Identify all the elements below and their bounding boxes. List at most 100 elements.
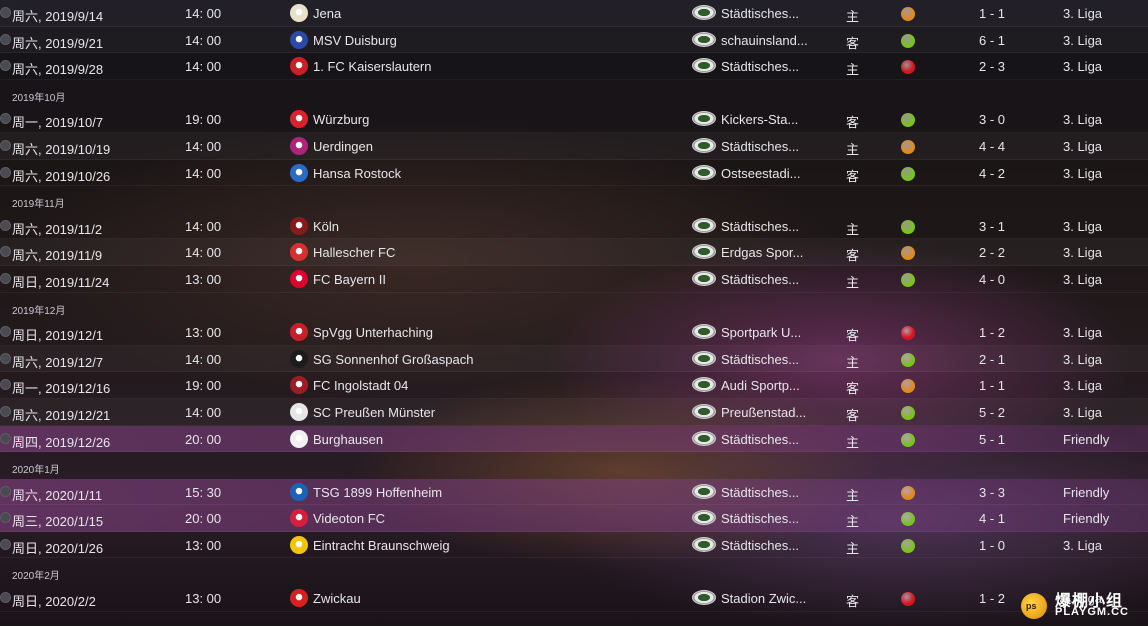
fixture-row[interactable]: 周六, 2020/1/11 15: 30 TSG 1899 Hoffenheim St…: [0, 478, 1148, 506]
fixture-row[interactable]: 周一, 2019/12/16 19: 00 FC Ingolstadt 04 Audi…: [0, 372, 1148, 399]
team-crest-icon: [290, 323, 308, 342]
match-date: 周日, 2020/1/26: [12, 540, 104, 556]
opponent-team[interactable]: SpVgg Unterhaching: [313, 325, 433, 340]
competition-name[interactable]: 3. Liga: [1063, 59, 1102, 74]
competition-name[interactable]: 3. Liga: [1063, 245, 1102, 260]
stadium-name: Stadion Zwic...: [721, 591, 807, 607]
match-score[interactable]: 2 - 3: [979, 59, 1005, 74]
row-check-icon[interactable]: [0, 139, 11, 151]
competition-name[interactable]: Friendly: [1063, 485, 1109, 500]
match-time: 13: 00: [185, 325, 222, 341]
venue-home-away: 客: [846, 115, 860, 131]
row-check-icon[interactable]: [0, 113, 11, 125]
row-check-icon[interactable]: [0, 272, 11, 284]
fixture-row[interactable]: 周四, 2019/12/26 20: 00 Burghausen Städtische…: [0, 425, 1148, 453]
opponent-team[interactable]: SC Preußen Münster: [313, 405, 435, 420]
match-score[interactable]: 6 - 1: [979, 33, 1005, 48]
opponent-team[interactable]: TSG 1899 Hoffenheim: [313, 485, 442, 500]
competition-name[interactable]: 3. Liga: [1063, 405, 1102, 420]
match-score[interactable]: 3 - 3: [979, 485, 1005, 500]
fixture-row[interactable]: 周六, 2019/12/7 14: 00 SG Sonnenhof Großaspa…: [0, 346, 1148, 373]
row-check-icon[interactable]: [0, 592, 11, 604]
match-score[interactable]: 3 - 0: [979, 112, 1005, 127]
team-crest-icon: [290, 482, 308, 501]
row-check-icon[interactable]: [0, 60, 11, 72]
competition-name[interactable]: 3. Liga: [1063, 139, 1102, 154]
opponent-team[interactable]: FC Bayern II: [313, 272, 386, 287]
fixture-row[interactable]: 周六, 2019/11/2 14: 00 Köln Städtisches... 主 3 …: [0, 213, 1148, 240]
fixture-row[interactable]: 周六, 2019/9/14 14: 00 Jena Städtisches... 主 1 …: [0, 0, 1148, 27]
opponent-team[interactable]: 1. FC Kaiserslautern: [313, 59, 432, 74]
fixture-row[interactable]: 周日, 2020/2/2 13: 00 Zwickau Stadion Zwic...…: [0, 585, 1148, 612]
opponent-team[interactable]: Videoton FC: [313, 511, 385, 526]
competition-name[interactable]: 3. Liga: [1063, 538, 1102, 553]
team-crest-icon: [290, 110, 308, 129]
opponent-team[interactable]: Hallescher FC: [313, 245, 395, 260]
month-label: 2019年11月: [12, 199, 65, 211]
competition-name[interactable]: 3. Liga: [1063, 6, 1102, 21]
fixture-row[interactable]: 周六, 2019/9/21 14: 00 MSV Duisburg schauinsl…: [0, 27, 1148, 54]
opponent-team[interactable]: Eintracht Braunschweig: [313, 538, 450, 553]
opponent-team[interactable]: Hansa Rostock: [313, 166, 401, 181]
opponent-team[interactable]: MSV Duisburg: [313, 33, 397, 48]
match-score[interactable]: 1 - 0: [979, 538, 1005, 553]
match-score[interactable]: 4 - 1: [979, 511, 1005, 526]
competition-name[interactable]: 3. Liga: [1063, 219, 1102, 234]
opponent-team[interactable]: SG Sonnenhof Großaspach: [313, 352, 473, 367]
opponent-team[interactable]: Köln: [313, 219, 339, 234]
match-score[interactable]: 2 - 2: [979, 245, 1005, 260]
fixture-row[interactable]: 周日, 2020/1/26 13: 00 Eintracht Braunschwei…: [0, 532, 1148, 559]
match-score[interactable]: 4 - 4: [979, 139, 1005, 154]
row-check-icon[interactable]: [0, 485, 11, 497]
match-score[interactable]: 5 - 1: [979, 432, 1005, 447]
row-check-icon[interactable]: [0, 7, 11, 18]
match-score[interactable]: 5 - 2: [979, 405, 1005, 420]
month-header: 2019年12月: [0, 293, 1148, 320]
match-score[interactable]: 1 - 1: [979, 6, 1005, 21]
fixture-row[interactable]: 周三, 2020/1/15 20: 00 Videoton FC Städtische…: [0, 505, 1148, 532]
competition-name[interactable]: Friendly: [1063, 511, 1109, 526]
fixture-row[interactable]: 周一, 2019/10/7 19: 00 Würzburg Kickers-Sta..…: [0, 106, 1148, 133]
opponent-team[interactable]: Zwickau: [313, 591, 361, 606]
competition-name[interactable]: 3. Liga: [1063, 378, 1102, 393]
competition-name[interactable]: 3. Liga: [1063, 166, 1102, 181]
match-score[interactable]: 1 - 2: [979, 591, 1005, 606]
fixture-row[interactable]: 周日, 2019/11/24 13: 00 FC Bayern II Städtisc…: [0, 266, 1148, 293]
row-check-icon[interactable]: [0, 166, 11, 178]
fixture-row[interactable]: 周六, 2019/10/19 14: 00 Uerdingen Städtisches…: [0, 133, 1148, 160]
row-check-icon[interactable]: [0, 219, 11, 231]
fixture-row[interactable]: 周日, 2019/12/1 13: 00 SpVgg Unterhaching Spo…: [0, 319, 1148, 346]
fixture-row[interactable]: 周六, 2019/9/28 14: 00 1. FC Kaiserslautern S…: [0, 53, 1148, 80]
competition-name[interactable]: 3. Liga: [1063, 325, 1102, 340]
competition-name[interactable]: 3. Liga: [1063, 272, 1102, 287]
opponent-team[interactable]: Jena: [313, 6, 341, 21]
result-indicator-icon: [901, 379, 915, 394]
row-check-icon[interactable]: [0, 246, 11, 258]
competition-name[interactable]: 3. Liga: [1063, 33, 1102, 48]
row-check-icon[interactable]: [0, 405, 11, 417]
match-score[interactable]: 2 - 1: [979, 352, 1005, 367]
opponent-team[interactable]: Burghausen: [313, 432, 383, 447]
venue-home-away: 主: [846, 274, 860, 290]
competition-name[interactable]: 3. Liga: [1063, 352, 1102, 367]
competition-name[interactable]: Friendly: [1063, 432, 1109, 447]
match-score[interactable]: 4 - 0: [979, 272, 1005, 287]
opponent-team[interactable]: Uerdingen: [313, 139, 373, 154]
opponent-team[interactable]: FC Ingolstadt 04: [313, 378, 408, 393]
row-check-icon[interactable]: [0, 326, 11, 338]
competition-name[interactable]: 3. Liga: [1063, 112, 1102, 127]
match-score[interactable]: 3 - 1: [979, 219, 1005, 234]
row-check-icon[interactable]: [0, 352, 11, 364]
row-check-icon[interactable]: [0, 33, 11, 45]
fixture-row[interactable]: 周六, 2019/12/21 14: 00 SC Preußen Münster Pr…: [0, 399, 1148, 426]
opponent-team[interactable]: Würzburg: [313, 112, 369, 127]
row-check-icon[interactable]: [0, 432, 11, 444]
match-score[interactable]: 4 - 2: [979, 166, 1005, 181]
match-score[interactable]: 1 - 1: [979, 378, 1005, 393]
fixture-row[interactable]: 周六, 2019/11/9 14: 00 Hallescher FC Erdgas S…: [0, 239, 1148, 266]
row-check-icon[interactable]: [0, 512, 11, 524]
row-check-icon[interactable]: [0, 379, 11, 391]
row-check-icon[interactable]: [0, 538, 11, 550]
match-score[interactable]: 1 - 2: [979, 325, 1005, 340]
fixture-row[interactable]: 周六, 2019/10/26 14: 00 Hansa Rostock Ostsees…: [0, 160, 1148, 187]
